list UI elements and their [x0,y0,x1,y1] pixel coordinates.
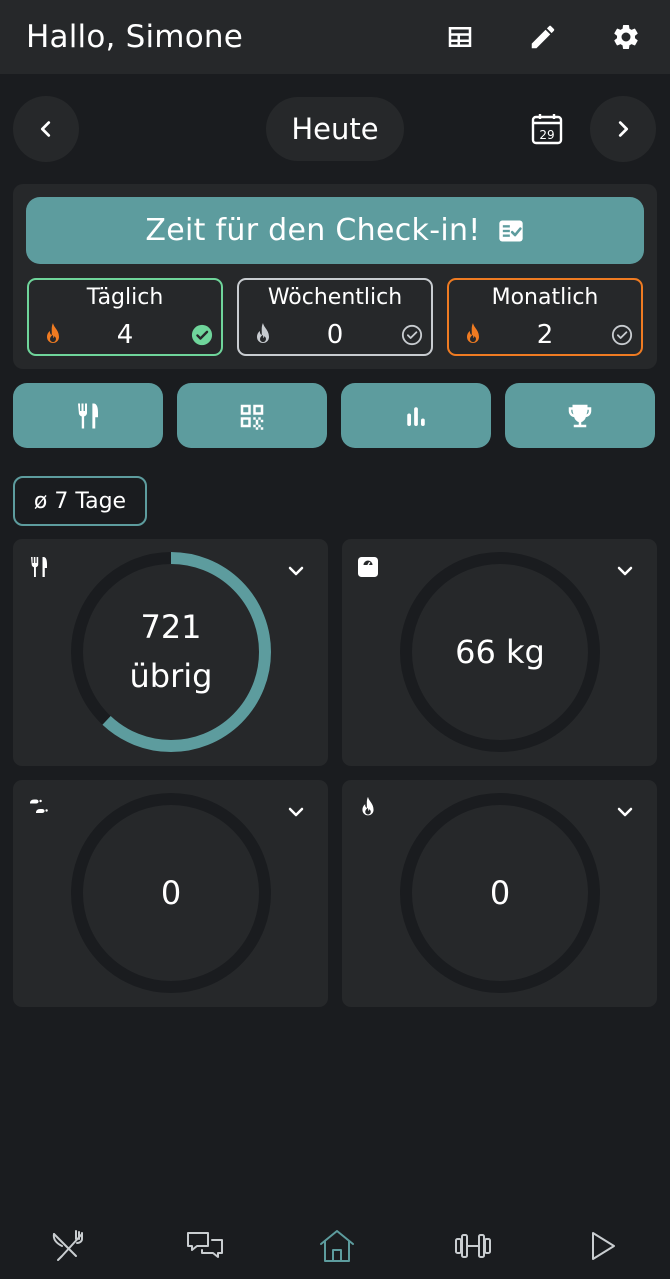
chevron-down-icon[interactable] [615,561,635,581]
utensils-icon [31,557,47,577]
weight-value: 66 kg [455,632,545,671]
card-steps[interactable]: 0 [13,780,328,1007]
greeting-title: Hallo, Simone [26,19,243,55]
calories-value: 721 [140,608,202,646]
average-period-chip[interactable]: ø 7 Tage [13,476,147,526]
qr-code-icon [240,404,264,430]
trophy-icon [568,404,592,427]
table-icon[interactable] [442,19,478,55]
next-day-button[interactable] [590,96,656,162]
nav-workout[interactable] [453,1226,493,1266]
calendar-day: 29 [539,128,554,142]
checkin-button[interactable]: Zeit für den Check-in! [26,197,644,264]
bottom-navigation [0,1214,670,1279]
card-active-calories[interactable]: 0 [342,780,657,1007]
nutrition-icon [52,1230,83,1261]
previous-day-button[interactable] [13,96,79,162]
quick-action-food-button[interactable] [13,383,163,448]
steps-value: 0 [160,873,182,912]
quick-action-trophy-button[interactable] [505,383,655,448]
streak-label: Monatlich [491,285,599,310]
check-circle-icon [401,324,423,346]
scale-icon [358,557,378,577]
quick-action-scan-button[interactable] [177,383,327,448]
checkin-panel: Zeit für den Check-in! Täglich 4 Wöchent… [13,184,657,369]
utensils-icon [78,403,98,428]
home-icon [320,1230,354,1262]
streak-daily[interactable]: Täglich 4 [27,278,223,356]
check-circle-icon [191,324,213,346]
chevron-left-icon [40,121,51,137]
checkin-button-label: Zeit für den Check-in! [145,213,481,248]
streak-label: Wöchentlich [267,285,403,310]
card-weight[interactable]: 66 kg [342,539,657,766]
check-circle-icon [611,324,633,346]
app-header: Hallo, Simone [0,0,670,74]
flame-icon [362,796,374,816]
streak-weekly[interactable]: Wöchentlich 0 [237,278,433,356]
card-calories[interactable]: 721 übrig [13,539,328,766]
checklist-icon [498,220,523,241]
quick-action-stats-button[interactable] [341,383,491,448]
calendar-icon[interactable]: 29 [530,112,564,146]
nav-chat[interactable] [185,1226,225,1266]
chevron-right-icon [618,121,629,137]
chevron-down-icon[interactable] [286,561,306,581]
streak-monthly[interactable]: Monatlich 2 [447,278,643,356]
pencil-icon[interactable] [525,19,561,55]
workout-icon [455,1234,491,1258]
chat-icon [187,1232,223,1258]
play-icon [592,1232,615,1260]
chevron-down-icon[interactable] [286,802,306,822]
nav-nutrition[interactable] [48,1226,88,1266]
chevron-down-icon[interactable] [615,802,635,822]
nav-home[interactable] [317,1226,357,1266]
gear-icon[interactable] [608,19,644,55]
today-button[interactable]: Heute [266,97,404,161]
calories-label: übrig [129,657,213,695]
bar-chart-icon [407,406,425,426]
footsteps-icon [30,799,48,813]
streak-label: Täglich [86,285,164,310]
nav-play[interactable] [583,1226,623,1266]
active-calories-value: 0 [489,873,511,912]
